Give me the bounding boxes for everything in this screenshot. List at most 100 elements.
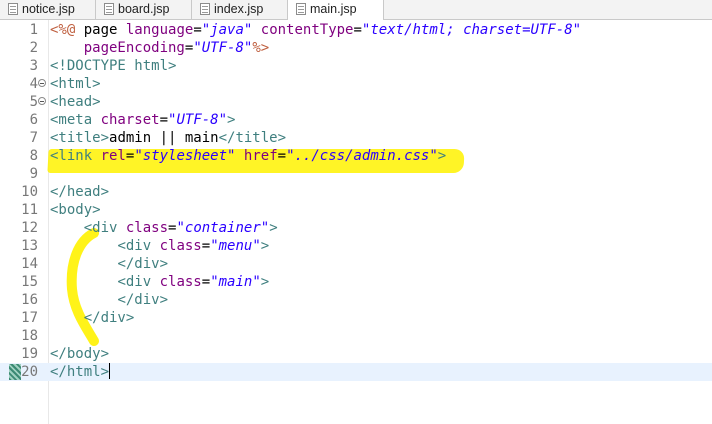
code-token: = xyxy=(159,112,169,128)
jsp-file-icon xyxy=(200,3,210,15)
line-number: 6 xyxy=(29,112,38,128)
code-line[interactable]: 1 <%@ page language="java" contentType="t… xyxy=(0,21,712,39)
tab-label: notice.jsp xyxy=(22,2,75,16)
code-token: > xyxy=(437,148,447,164)
code-token: charset xyxy=(100,112,160,128)
code-token: > xyxy=(269,220,278,236)
jsp-file-icon xyxy=(296,3,306,15)
fold-toggle-icon[interactable] xyxy=(38,97,47,106)
code-token: <%@ xyxy=(50,22,84,38)
code-text: </html> xyxy=(50,363,111,381)
tab-label: board.jsp xyxy=(118,2,170,16)
tab-board-jsp[interactable]: board.jsp xyxy=(96,0,192,19)
code-text: <div class="container"> xyxy=(50,219,278,237)
code-text: </div> xyxy=(50,255,168,273)
line-number: 13 xyxy=(21,238,38,254)
code-text: <meta charset="UTF-8"> xyxy=(50,111,235,129)
code-text: <%@ page language="java" contentType="te… xyxy=(50,21,581,39)
code-token: </html> xyxy=(50,364,110,380)
code-token: = xyxy=(353,22,362,38)
line-number: 11 xyxy=(21,202,38,218)
code-token: "main" xyxy=(210,274,261,290)
code-token: > xyxy=(227,112,236,128)
code-line[interactable]: 2 pageEncoding="UTF-8"%> xyxy=(0,39,712,57)
code-text: </body> xyxy=(50,345,109,363)
code-token: "text/html; charset=UTF-8" xyxy=(361,22,582,38)
code-token: "stylesheet" xyxy=(134,148,236,164)
code-line[interactable]: 8 <link rel="stylesheet" href="../css/adm… xyxy=(0,147,712,165)
code-token: </div> xyxy=(117,292,169,308)
tab-index-jsp[interactable]: index.jsp xyxy=(192,0,288,19)
tab-label: index.jsp xyxy=(214,2,264,16)
code-line[interactable]: 15 <div class="main"> xyxy=(0,273,712,291)
code-text: <html> xyxy=(50,75,101,93)
tab-notice-jsp[interactable]: notice.jsp xyxy=(0,0,96,19)
code-token: rel xyxy=(100,148,126,164)
code-token: "menu" xyxy=(210,238,261,254)
line-number: 5 xyxy=(29,94,38,110)
code-text: <div class="menu"> xyxy=(50,237,269,255)
line-number: 14 xyxy=(21,256,38,272)
code-text: <head> xyxy=(50,93,101,111)
line-number: 4 xyxy=(29,76,38,92)
code-line[interactable]: 13 <div class="menu"> xyxy=(0,237,712,255)
code-token: <link xyxy=(50,148,101,164)
code-line[interactable]: 12 <div class="container"> xyxy=(0,219,712,237)
code-text: <title>admin || main</title> xyxy=(50,129,286,147)
code-line[interactable]: 14 </div> xyxy=(0,255,712,273)
code-line[interactable]: 5 <head> xyxy=(0,93,712,111)
code-token: </body> xyxy=(50,346,110,362)
line-number: 12 xyxy=(21,220,38,236)
line-number: 8 xyxy=(29,148,38,164)
code-token: </head> xyxy=(50,184,110,200)
code-token: "UTF-8" xyxy=(193,40,253,56)
code-token: admin || main xyxy=(109,130,219,146)
code-line[interactable]: 6 <meta charset="UTF-8"> xyxy=(0,111,712,129)
code-line[interactable]: 18 xyxy=(0,327,712,345)
code-editor[interactable]: 1 <%@ page language="java" contentType="t… xyxy=(0,20,712,424)
jsp-file-icon xyxy=(8,3,18,15)
tab-main-jsp[interactable]: main.jsp xyxy=(288,0,384,20)
code-token: <div xyxy=(117,274,160,290)
code-token: > xyxy=(260,274,270,290)
code-line[interactable]: 11 <body> xyxy=(0,201,712,219)
code-token: = xyxy=(277,148,287,164)
code-line[interactable]: 19 </body> xyxy=(0,345,712,363)
code-token: > xyxy=(260,238,270,254)
jsp-file-icon xyxy=(104,3,114,15)
code-token: "UTF-8" xyxy=(168,112,228,128)
code-line[interactable]: 16 </div> xyxy=(0,291,712,309)
line-number: 10 xyxy=(21,184,38,200)
line-number: 15 xyxy=(21,274,38,290)
code-token: = xyxy=(201,274,211,290)
code-token: <html> xyxy=(50,76,101,92)
code-token: href xyxy=(243,148,278,164)
line-number: 20 xyxy=(21,364,38,380)
code-line[interactable]: 3 <!DOCTYPE html> xyxy=(0,57,712,75)
code-token: <meta xyxy=(50,112,101,128)
code-token: <!DOCTYPE html> xyxy=(50,58,177,74)
code-line[interactable]: 20 </html> xyxy=(0,363,712,381)
code-token: </div> xyxy=(83,310,135,326)
code-token: contentType xyxy=(260,22,354,38)
code-line[interactable]: 7 <title>admin || main</title> xyxy=(0,129,712,147)
fold-toggle-icon[interactable] xyxy=(38,79,47,88)
code-line[interactable]: 10 </head> xyxy=(0,183,712,201)
code-token: </div> xyxy=(117,256,169,272)
code-token: pageEncoding xyxy=(83,40,185,56)
code-line[interactable]: 4 <html> xyxy=(0,75,712,93)
text-caret xyxy=(109,363,111,379)
code-line[interactable]: 9 xyxy=(0,165,712,183)
code-token: </title> xyxy=(218,130,287,146)
code-line[interactable]: 17 </div> xyxy=(0,309,712,327)
code-token: = xyxy=(201,238,211,254)
line-number: 19 xyxy=(21,346,38,362)
code-token: "../css/admin.css" xyxy=(286,148,438,164)
line-number: 17 xyxy=(21,310,38,326)
